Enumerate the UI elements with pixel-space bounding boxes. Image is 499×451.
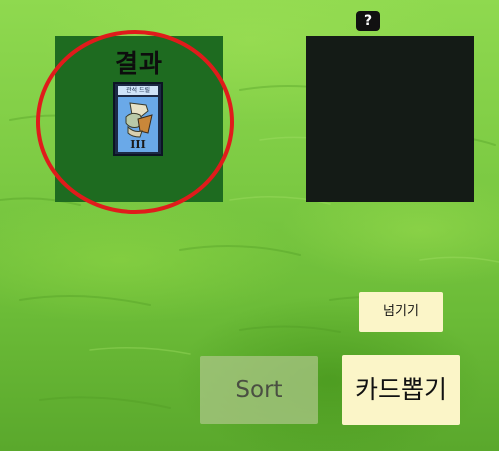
highlight-circle xyxy=(36,30,234,214)
help-button[interactable]: ? xyxy=(356,11,380,31)
draw-card-button[interactable]: 카드뽑기 xyxy=(342,355,460,425)
mystery-card-slot xyxy=(306,36,474,202)
skip-button[interactable]: 넘기기 xyxy=(359,292,443,332)
sort-button[interactable]: Sort xyxy=(200,356,318,424)
